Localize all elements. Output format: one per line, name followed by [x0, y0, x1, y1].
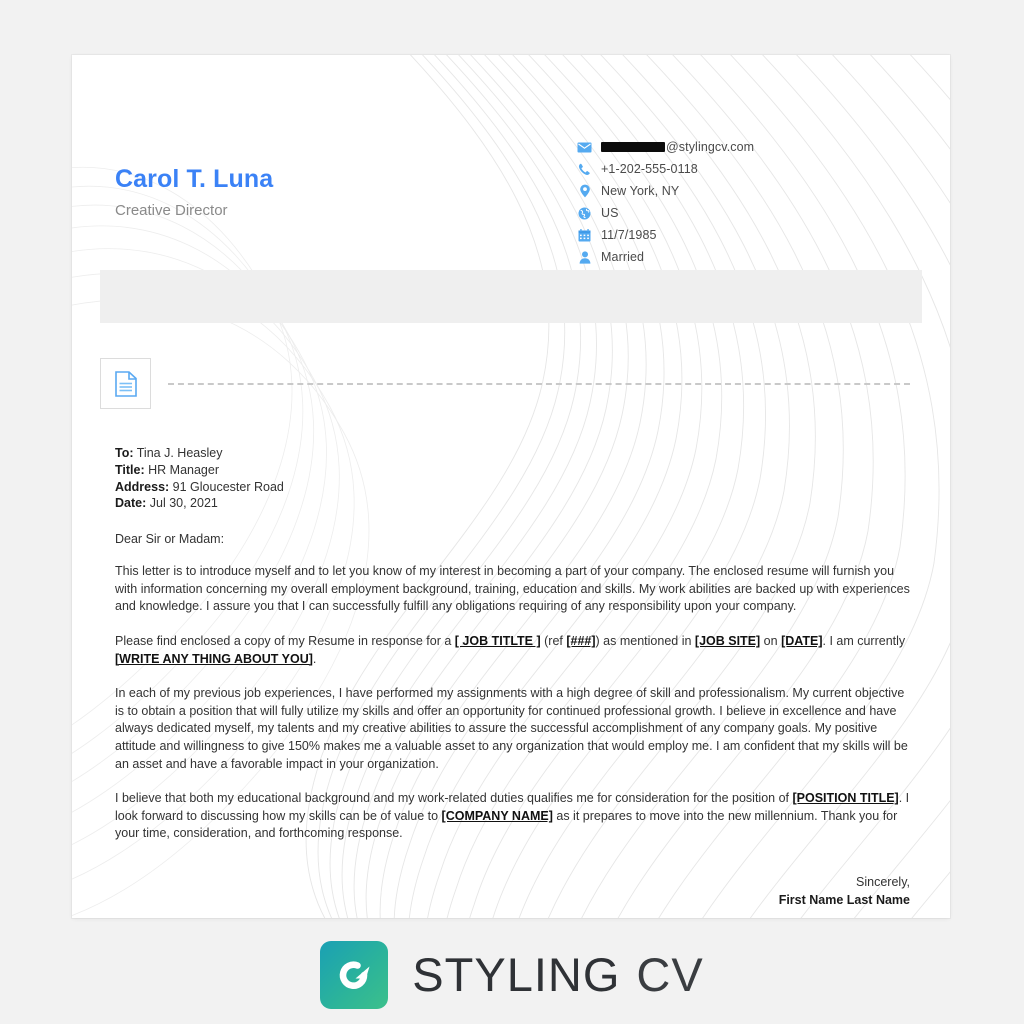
globe-icon [576, 206, 593, 221]
phone-icon [576, 162, 593, 177]
p2-text-1: Please find enclosed a copy of my Resume… [115, 633, 452, 648]
stylingcv-wordmark: STYLING CV [412, 947, 703, 1002]
recipient-to-line: To: Tina J. Heasley [115, 445, 910, 462]
person-icon [576, 250, 593, 265]
salutation: Dear Sir or Madam: [115, 532, 225, 547]
placeholder-ref-number: [###] [566, 633, 596, 648]
candidate-name: Carol T. Luna [115, 165, 274, 193]
signature-name: First Name Last Name [778, 892, 910, 907]
calendar-icon [576, 228, 593, 243]
letter-body: To: Tina J. Heasley Title: HR Manager Ad… [115, 445, 910, 909]
paragraph-2: Please find enclosed a copy of my Resume… [115, 633, 910, 668]
recipient-block: To: Tina J. Heasley Title: HR Manager Ad… [115, 445, 910, 512]
p2-text-5: . I am currently [822, 633, 906, 648]
placeholder-date: [DATE] [781, 633, 823, 648]
contact-list: @stylingcv.com +1-202-555-0118 New York,… [576, 137, 754, 269]
contact-country-row: US [576, 203, 754, 224]
footer-branding: STYLING CV [0, 925, 1024, 1024]
recipient-to-label: To: [115, 446, 134, 460]
recipient-address-label: Address: [115, 479, 170, 494]
envelope-icon [576, 140, 593, 155]
p2-text-2: (ref [540, 633, 567, 648]
candidate-role: Creative Director [115, 202, 228, 219]
contact-marital-row: Married [576, 247, 754, 268]
placeholder-about-you: [WRITE ANY THING ABOUT YOU] [115, 651, 313, 666]
contact-email-value: @stylingcv.com [601, 140, 754, 154]
document-icon [114, 370, 137, 397]
recipient-date-line: Date: Jul 30, 2021 [115, 495, 910, 512]
contact-phone-value: +1-202-555-0118 [601, 162, 698, 177]
letter-header: Carol T. Luna Creative Director @styling… [72, 55, 950, 268]
contact-email-row: @stylingcv.com [576, 137, 754, 158]
signature-block: Sincerely, First Name Last Name [115, 873, 910, 909]
redaction-bar [601, 142, 665, 153]
document-icon-box [100, 358, 151, 409]
cover-letter-page: Carol T. Luna Creative Director @styling… [72, 55, 950, 918]
contact-country-value: US [601, 206, 619, 221]
p2-text-6: . [312, 651, 317, 666]
screenshot-root: Carol T. Luna Creative Director @styling… [0, 0, 1024, 1024]
contact-location-value: New York, NY [601, 184, 680, 199]
contact-email-domain: @stylingcv.com [666, 140, 755, 155]
paragraph-4: I believe that both my educational backg… [115, 790, 910, 843]
recipient-title-value: HR Manager [148, 462, 219, 477]
brand-word-styling: STYLING [412, 948, 621, 1001]
recipient-title-label: Title: [115, 462, 145, 477]
placeholder-job-site: [JOB SITE] [694, 633, 761, 648]
contact-phone-row: +1-202-555-0118 [576, 159, 754, 180]
location-pin-icon [576, 184, 593, 199]
recipient-to-value: Tina J. Heasley [136, 446, 223, 460]
gray-banner-bar [100, 270, 922, 323]
contact-marital-value: Married [601, 250, 645, 265]
contact-birthdate-value: 11/7/1985 [601, 228, 657, 243]
p4-text-1: I believe that both my educational backg… [115, 791, 793, 806]
paragraph-3: In each of my previous job experiences, … [115, 686, 908, 771]
recipient-date-label: Date: [115, 496, 147, 511]
recipient-title-line: Title: HR Manager [115, 462, 910, 479]
recipient-address-line: Address: 91 Gloucester Road [115, 479, 910, 496]
recipient-address-value: 91 Gloucester Road [172, 479, 284, 494]
placeholder-job-title: [ JOB TITLTE ] [454, 633, 541, 648]
section-divider [72, 358, 950, 413]
contact-location-row: New York, NY [576, 181, 754, 202]
dashed-divider-line [168, 383, 910, 385]
closing-line: Sincerely, [856, 874, 910, 889]
contact-birthdate-row: 11/7/1985 [576, 225, 754, 246]
stylingcv-logo: STYLING CV [320, 940, 703, 1009]
p2-text-3: ) as mentioned in [595, 633, 695, 648]
stylingcv-logo-icon [320, 940, 389, 1009]
recipient-date-value: Jul 30, 2021 [149, 496, 218, 511]
placeholder-position-title: [POSITION TITLE] [792, 791, 899, 806]
p2-text-4: on [760, 633, 782, 648]
paragraph-1: This letter is to introduce myself and t… [115, 564, 910, 614]
placeholder-company-name: [COMPANY NAME] [441, 808, 553, 823]
brand-word-cv: CV [636, 948, 704, 1001]
